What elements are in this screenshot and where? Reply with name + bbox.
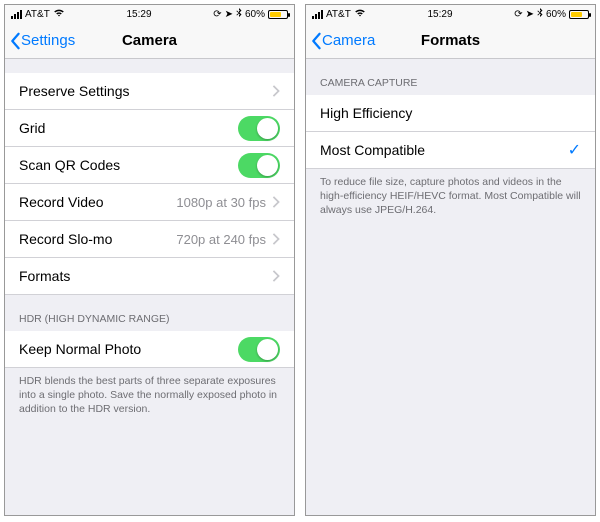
location-icon: ➤	[225, 9, 233, 20]
hdr-section-footer: HDR blends the best parts of three separ…	[5, 368, 294, 421]
wifi-icon	[53, 8, 65, 20]
chevron-right-icon	[272, 196, 280, 208]
most-compatible-row[interactable]: Most Compatible ✓	[306, 132, 595, 169]
carrier-label: AT&T	[25, 9, 50, 20]
row-detail: 720p at 240 fps	[176, 232, 266, 247]
signal-icon	[11, 10, 22, 19]
formats-screen: AT&T 15:29 ⟳ ➤ 60% Camera Formats CAMERA…	[305, 4, 596, 516]
bluetooth-icon	[236, 8, 242, 21]
orientation-lock-icon: ⟳	[514, 9, 522, 20]
bluetooth-icon	[537, 8, 543, 21]
hdr-section-header: HDR (HIGH DYNAMIC RANGE)	[5, 295, 294, 331]
nav-bar: Settings Camera	[5, 23, 294, 59]
content: Preserve Settings Grid Scan QR Codes Rec…	[5, 59, 294, 515]
grid-switch[interactable]	[238, 116, 280, 141]
row-label: Scan QR Codes	[19, 157, 238, 173]
camera-settings-screen: AT&T 15:29 ⟳ ➤ 60% Settings Camera Prese…	[4, 4, 295, 516]
row-label: Formats	[19, 268, 272, 284]
row-detail: 1080p at 30 fps	[176, 195, 266, 210]
row-label: Most Compatible	[320, 142, 568, 158]
row-label: Record Slo-mo	[19, 231, 176, 247]
status-bar: AT&T 15:29 ⟳ ➤ 60%	[5, 5, 294, 23]
row-label: Record Video	[19, 194, 176, 210]
back-button[interactable]: Camera	[306, 32, 375, 50]
content: CAMERA CAPTURE High Efficiency Most Comp…	[306, 59, 595, 515]
chevron-right-icon	[272, 85, 280, 97]
high-efficiency-row[interactable]: High Efficiency	[306, 95, 595, 132]
formats-row[interactable]: Formats	[5, 258, 294, 295]
record-slomo-row[interactable]: Record Slo-mo 720p at 240 fps	[5, 221, 294, 258]
row-label: Grid	[19, 120, 238, 136]
chevron-right-icon	[272, 233, 280, 245]
back-label: Settings	[21, 32, 75, 49]
row-label: Keep Normal Photo	[19, 341, 238, 357]
orientation-lock-icon: ⟳	[213, 9, 221, 20]
formats-footer: To reduce file size, capture photos and …	[306, 169, 595, 222]
keep-normal-photo-row[interactable]: Keep Normal Photo	[5, 331, 294, 368]
keep-normal-switch[interactable]	[238, 337, 280, 362]
battery-icon	[268, 10, 288, 19]
battery-pct: 60%	[245, 9, 265, 20]
scan-qr-row[interactable]: Scan QR Codes	[5, 147, 294, 184]
nav-bar: Camera Formats	[306, 23, 595, 59]
preserve-settings-row[interactable]: Preserve Settings	[5, 73, 294, 110]
chevron-left-icon	[310, 32, 322, 50]
row-label: High Efficiency	[320, 105, 581, 121]
clock: 15:29	[428, 9, 453, 20]
grid-row[interactable]: Grid	[5, 110, 294, 147]
location-icon: ➤	[526, 9, 534, 20]
chevron-right-icon	[272, 270, 280, 282]
battery-icon	[569, 10, 589, 19]
wifi-icon	[354, 8, 366, 20]
back-button[interactable]: Settings	[5, 32, 75, 50]
back-label: Camera	[322, 32, 375, 49]
row-label: Preserve Settings	[19, 83, 272, 99]
record-video-row[interactable]: Record Video 1080p at 30 fps	[5, 184, 294, 221]
check-icon: ✓	[568, 140, 581, 160]
scan-qr-switch[interactable]	[238, 153, 280, 178]
chevron-left-icon	[9, 32, 21, 50]
carrier-label: AT&T	[326, 9, 351, 20]
clock: 15:29	[127, 9, 152, 20]
signal-icon	[312, 10, 323, 19]
camera-capture-header: CAMERA CAPTURE	[306, 59, 595, 95]
battery-pct: 60%	[546, 9, 566, 20]
status-bar: AT&T 15:29 ⟳ ➤ 60%	[306, 5, 595, 23]
